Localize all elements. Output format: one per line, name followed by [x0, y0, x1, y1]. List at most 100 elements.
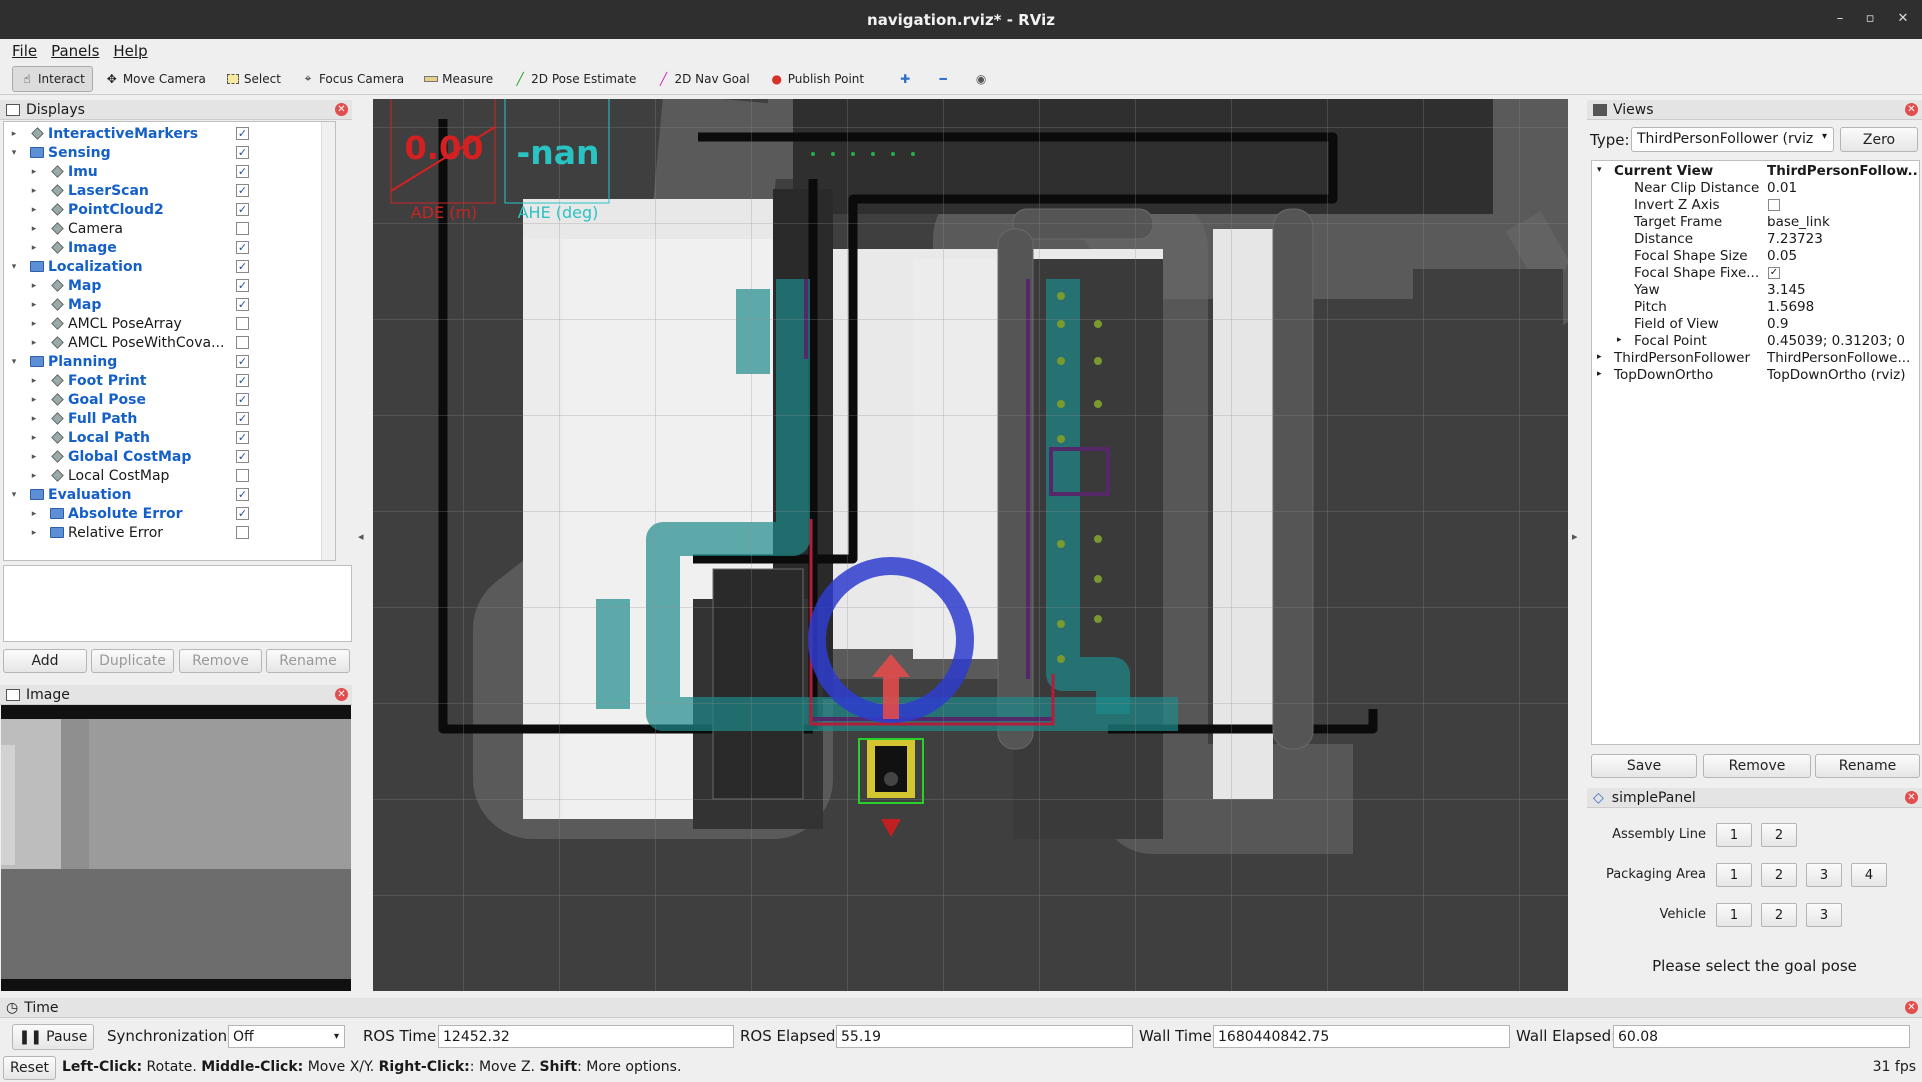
interact-tool[interactable]: ☝ Interact	[12, 65, 93, 92]
display-row[interactable]: ▸ Local Path ✓	[4, 428, 335, 447]
display-checkbox[interactable]	[236, 317, 249, 330]
view-type-select[interactable]: ThirdPersonFollower (rviz ▾	[1631, 127, 1834, 152]
expand-arrow-icon[interactable]: ▸	[29, 243, 39, 253]
pause-button[interactable]: ❚❚ Pause	[12, 1024, 94, 1050]
wall-elapsed-field[interactable]: 60.08	[1613, 1025, 1910, 1048]
display-row[interactable]: ▸ Relative Error	[4, 523, 335, 542]
display-row[interactable]: ▸ Global CostMap ✓	[4, 447, 335, 466]
display-row[interactable]: ▸ PointCloud2 ✓	[4, 200, 335, 219]
display-checkbox[interactable]: ✓	[236, 412, 249, 425]
display-checkbox[interactable]: ✓	[236, 355, 249, 368]
display-checkbox[interactable]: ✓	[236, 146, 249, 159]
view-property-row[interactable]: Near Clip Distance 0.01	[1592, 180, 1921, 197]
expand-arrow-icon[interactable]: ▸	[1597, 352, 1602, 362]
display-row[interactable]: ▸ Imu ✓	[4, 162, 335, 181]
focus-camera-tool[interactable]: ⌖ Focus Camera	[293, 66, 412, 92]
display-row[interactable]: ▸ InteractiveMarkers ✓	[4, 124, 335, 143]
display-row[interactable]: ▸ Foot Print ✓	[4, 371, 335, 390]
view-property-row[interactable]: ▸ Focal Point 0.45039; 0.31203; 0	[1592, 333, 1921, 350]
publish-point-tool[interactable]: ● Publish Point	[762, 66, 872, 92]
expand-arrow-icon[interactable]: ▸	[1597, 369, 1602, 379]
view-property-value[interactable]: TopDownOrtho (rviz)	[1767, 367, 1919, 383]
maximize-button[interactable]: ▫	[1860, 9, 1880, 29]
display-row[interactable]: ▸ Map ✓	[4, 295, 335, 314]
display-row[interactable]: ▾ Sensing ✓	[4, 143, 335, 162]
expand-arrow-icon[interactable]: ▸	[29, 224, 39, 234]
display-checkbox[interactable]	[236, 469, 249, 482]
expand-arrow-icon[interactable]: ▸	[29, 471, 39, 481]
display-checkbox[interactable]: ✓	[236, 450, 249, 463]
display-row[interactable]: ▸ Local CostMap	[4, 466, 335, 485]
expand-arrow-icon[interactable]: ▸	[29, 376, 39, 386]
view-property-value[interactable]: 0.01	[1767, 180, 1919, 196]
display-row[interactable]: ▸ LaserScan ✓	[4, 181, 335, 200]
display-checkbox[interactable]	[236, 526, 249, 539]
view-property-row[interactable]: ▾ Current View ThirdPersonFollow...	[1592, 163, 1921, 180]
expand-arrow-icon[interactable]: ▸	[29, 186, 39, 196]
close-displays-icon[interactable]: ✕	[335, 103, 348, 116]
view-property-checkbox[interactable]: ✓	[1768, 267, 1780, 279]
view-property-value[interactable]: ThirdPersonFollow...	[1767, 163, 1919, 179]
nav-goal-tool[interactable]: ╱ 2D Nav Goal	[648, 66, 757, 92]
expand-arrow-icon[interactable]: ▸	[29, 452, 39, 462]
expand-arrow-icon[interactable]: ▸	[29, 167, 39, 177]
view-property-value[interactable]: 1.5698	[1767, 299, 1919, 315]
expand-arrow-icon[interactable]: ▾	[9, 262, 19, 272]
display-checkbox[interactable]: ✓	[236, 298, 249, 311]
collapse-right-handle[interactable]: ▸	[1572, 530, 1582, 554]
display-row[interactable]: ▾ Planning ✓	[4, 352, 335, 371]
expand-arrow-icon[interactable]: ▾	[1597, 165, 1602, 175]
add-display-button[interactable]: Add	[3, 649, 87, 673]
displays-tree[interactable]: ▸ InteractiveMarkers ✓ ▾ Sensing ✓ ▸ Imu ✓ ▸ Laser…	[3, 121, 336, 561]
view-property-row[interactable]: Distance 7.23723	[1592, 231, 1921, 248]
wall-time-field[interactable]: 1680440842.75	[1213, 1025, 1510, 1048]
expand-arrow-icon[interactable]: ▸	[29, 509, 39, 519]
display-checkbox[interactable]	[236, 222, 249, 235]
goal-button[interactable]: 3	[1806, 903, 1842, 927]
pose-estimate-tool[interactable]: ╱ 2D Pose Estimate	[505, 66, 644, 92]
close-time-icon[interactable]: ✕	[1905, 1001, 1918, 1014]
display-row[interactable]: ▾ Localization ✓	[4, 257, 335, 276]
ros-time-field[interactable]: 12452.32	[438, 1025, 734, 1048]
ros-elapsed-field[interactable]: 55.19	[836, 1025, 1133, 1048]
expand-arrow-icon[interactable]: ▾	[9, 490, 19, 500]
render-viewport[interactable]: 0.00 ADE (m) -nan AHE (deg)	[373, 99, 1568, 991]
menu-file[interactable]: File	[12, 42, 37, 60]
expand-arrow-icon[interactable]: ▸	[29, 300, 39, 310]
select-tool[interactable]: Select	[218, 66, 289, 92]
display-checkbox[interactable]: ✓	[236, 393, 249, 406]
view-property-value[interactable]: 7.23723	[1767, 231, 1919, 247]
expand-arrow-icon[interactable]: ▸	[29, 395, 39, 405]
expand-arrow-icon[interactable]: ▸	[29, 338, 39, 348]
collapse-left-handle[interactable]: ◂	[358, 530, 368, 554]
view-property-value[interactable]: base_link	[1767, 214, 1919, 230]
display-row[interactable]: ▾ Evaluation ✓	[4, 485, 335, 504]
remove-view-button[interactable]: Remove	[1703, 754, 1811, 778]
close-image-icon[interactable]: ✕	[335, 688, 348, 701]
expand-arrow-icon[interactable]: ▾	[9, 357, 19, 367]
display-row[interactable]: ▸ Image ✓	[4, 238, 335, 257]
display-checkbox[interactable]: ✓	[236, 241, 249, 254]
display-row[interactable]: ▸ AMCL PoseArray	[4, 314, 335, 333]
goal-button[interactable]: 1	[1716, 903, 1752, 927]
measure-tool[interactable]: Measure	[416, 66, 501, 92]
minimize-button[interactable]: –	[1830, 9, 1850, 29]
view-property-value[interactable]: 0.45039; 0.31203; 0	[1767, 333, 1919, 349]
zero-button[interactable]: Zero	[1840, 127, 1918, 152]
goal-button[interactable]: 2	[1761, 903, 1797, 927]
display-row[interactable]: ▸ AMCL PoseWithCova...	[4, 333, 335, 352]
displays-scrollbar[interactable]	[321, 122, 335, 560]
remove-tool-button[interactable]: ━	[928, 66, 962, 92]
goal-button[interactable]: 4	[1851, 863, 1887, 887]
display-row[interactable]: ▸ Camera	[4, 219, 335, 238]
view-property-value[interactable]: 0.9	[1767, 316, 1919, 332]
display-checkbox[interactable]: ✓	[236, 279, 249, 292]
rename-view-button[interactable]: Rename	[1815, 754, 1920, 778]
display-checkbox[interactable]: ✓	[236, 374, 249, 387]
expand-arrow-icon[interactable]: ▸	[9, 129, 19, 139]
expand-arrow-icon[interactable]: ▸	[29, 433, 39, 443]
view-tool-button[interactable]: ◉	[966, 66, 1000, 92]
view-property-row[interactable]: ▸ TopDownOrtho TopDownOrtho (rviz)	[1592, 367, 1921, 384]
expand-arrow-icon[interactable]: ▸	[1617, 335, 1622, 345]
move-camera-tool[interactable]: ✥ Move Camera	[97, 66, 214, 92]
